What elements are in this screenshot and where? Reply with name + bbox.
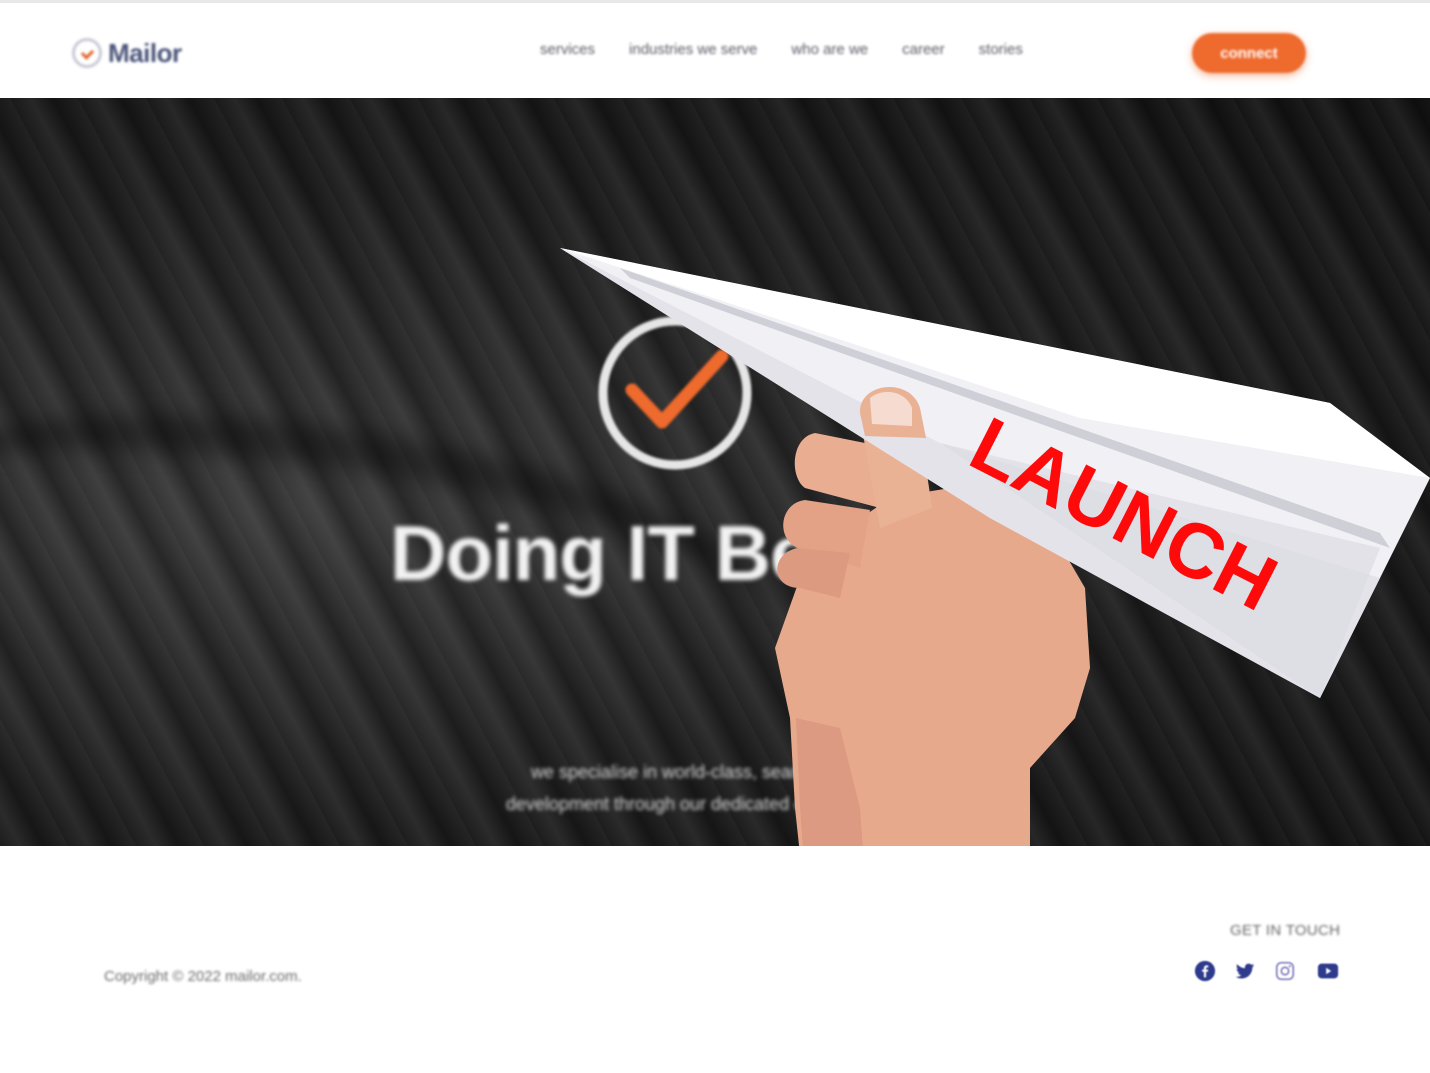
logo-mark-icon — [72, 38, 102, 68]
connect-button[interactable]: connect — [1192, 33, 1306, 73]
get-in-touch-label: GET IN TOUCH — [1230, 922, 1341, 939]
social-links — [1194, 960, 1342, 982]
nav-item-career[interactable]: career — [902, 41, 945, 58]
main-nav: services industries we serve who are we … — [540, 41, 1023, 58]
nav-item-who-are-we[interactable]: who are we — [791, 41, 868, 58]
youtube-icon[interactable] — [1314, 960, 1342, 982]
logo[interactable]: Mailor — [72, 33, 182, 73]
paper-plane-hand-overlay: LAUNCH — [560, 248, 1430, 846]
nav-item-industries[interactable]: industries we serve — [629, 41, 757, 58]
site-footer: Copyright © 2022 mailor.com. GET IN TOUC… — [0, 846, 1430, 1073]
logo-text: Mailor — [108, 37, 182, 68]
twitter-icon[interactable] — [1234, 960, 1256, 982]
instagram-icon[interactable] — [1274, 960, 1296, 982]
copyright-text: Copyright © 2022 mailor.com. — [104, 968, 302, 985]
site-header: Mailor services industries we serve who … — [0, 0, 1430, 98]
hero-section: Doing IT Bet we specialise in world-clas… — [0, 98, 1430, 846]
facebook-icon[interactable] — [1194, 960, 1216, 982]
nav-item-stories[interactable]: stories — [979, 41, 1023, 58]
nav-item-services[interactable]: services — [540, 41, 595, 58]
